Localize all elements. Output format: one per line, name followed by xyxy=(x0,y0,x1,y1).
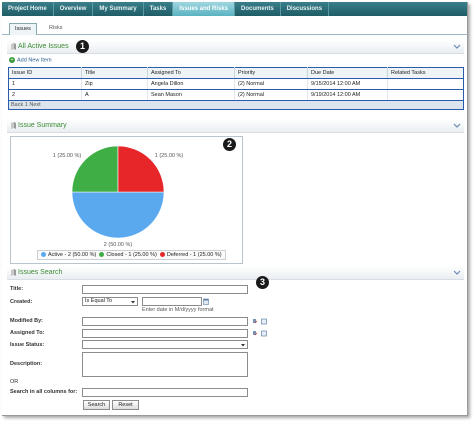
cell-assigned-to: Sean Mason xyxy=(147,89,235,101)
search-all-columns-input[interactable] xyxy=(82,388,248,397)
subtab-issues[interactable]: Issues xyxy=(9,23,37,35)
issues-search-header: Issues Search xyxy=(7,266,464,280)
callout-badge-1: 1 xyxy=(76,40,89,53)
assigned-to-input[interactable] xyxy=(82,329,248,338)
title-input[interactable] xyxy=(82,285,248,294)
sub-tabs: Issues Risks xyxy=(2,16,467,35)
issue-summary-header: Issue Summary xyxy=(7,119,464,133)
description-label: Description: xyxy=(10,361,43,367)
column-header-issue-id[interactable]: Issue ID xyxy=(8,67,82,79)
search-all-columns-label: Search in all columns for: xyxy=(10,389,78,395)
cell-related-tasks xyxy=(387,78,464,90)
column-header-due-date[interactable]: Due Date xyxy=(307,67,388,79)
webpart-icon xyxy=(11,43,16,50)
pie-label-closed: 1 (25.00 %) xyxy=(53,153,82,159)
created-operator-select[interactable]: Is Equal To xyxy=(82,297,138,306)
modified-by-label: Modified By: xyxy=(10,318,43,324)
created-label: Created: xyxy=(10,299,33,305)
tab-issues-and-risks[interactable]: Issues and Risks xyxy=(173,2,236,16)
legend-swatch-active xyxy=(41,251,46,257)
webpart-icon xyxy=(11,269,16,276)
check-names-icon[interactable] xyxy=(252,318,258,325)
subtab-risks[interactable]: Risks xyxy=(44,23,67,35)
table-row[interactable]: 2 A Sean Mason (2) Normal 9/19/2014 12:0… xyxy=(8,89,464,101)
pie-slice-active[interactable] xyxy=(71,191,165,239)
tab-tasks[interactable]: Tasks xyxy=(144,2,174,16)
assigned-to-label: Assigned To: xyxy=(10,330,45,336)
callout-badge-3: 3 xyxy=(256,276,269,289)
paging-row: Back 1 Next xyxy=(8,100,464,110)
description-textarea[interactable] xyxy=(82,352,248,377)
app-window: Project Home Overview My Summary Tasks I… xyxy=(2,2,468,416)
date-format-hint: Enter date in M/d/yyyy format xyxy=(142,307,214,313)
plus-icon: + xyxy=(9,57,15,63)
table-header-row: Issue ID Title Assigned To Priority Due … xyxy=(8,67,464,79)
cell-due-date: 9/19/2014 12:00 AM xyxy=(307,89,388,101)
cell-priority: (2) Normal xyxy=(234,89,308,101)
cell-assigned-to: Angela Dillon xyxy=(147,78,235,90)
legend-item-active: Active - 2 (50.00 %) xyxy=(48,252,97,258)
tab-documents[interactable]: Documents xyxy=(235,2,281,16)
issue-summary-title: Issue Summary xyxy=(18,122,67,129)
cell-related-tasks xyxy=(387,89,464,101)
paging-link[interactable]: Back 1 Next xyxy=(11,102,41,108)
legend-item-deferred: Deferred - 1 (25.00 %) xyxy=(166,252,222,258)
chart-legend: Active - 2 (50.00 %) Closed - 1 (25.00 %… xyxy=(37,250,226,260)
reset-button[interactable]: Reset xyxy=(112,400,139,410)
check-names-icon[interactable] xyxy=(252,330,258,337)
webpart-icon xyxy=(11,122,16,129)
cell-issue-id: 2 xyxy=(8,89,82,101)
legend-swatch-closed xyxy=(99,251,105,257)
collapse-icon[interactable] xyxy=(453,42,461,50)
add-new-item-label: Add New Item xyxy=(17,57,52,64)
collapse-icon[interactable] xyxy=(453,268,461,276)
column-header-priority[interactable]: Priority xyxy=(234,67,308,79)
cell-priority: (2) Normal xyxy=(234,78,308,90)
table-row[interactable]: 1 Zip Angela Dillon (2) Normal 9/15/2014… xyxy=(8,78,464,90)
issue-status-select[interactable] xyxy=(82,340,248,349)
calendar-icon[interactable] xyxy=(203,298,209,305)
add-new-item-link[interactable]: + Add New Item xyxy=(9,57,52,63)
legend-swatch-deferred xyxy=(159,251,165,257)
chevron-down-icon xyxy=(131,301,135,304)
pie-label-deferred: 1 (25.00 %) xyxy=(155,153,184,159)
address-book-icon[interactable] xyxy=(261,330,267,337)
pie-label-active: 2 (50.00 %) xyxy=(104,242,133,248)
cell-title[interactable]: Zip xyxy=(81,78,148,90)
top-navigation: Project Home Overview My Summary Tasks I… xyxy=(2,2,467,16)
pie-chart: 2 (50.00 %) 1 (25.00 %) 1 (25.00 %) xyxy=(53,145,184,248)
tab-discussions[interactable]: Discussions xyxy=(281,2,330,16)
or-label: OR xyxy=(10,379,19,385)
collapse-icon[interactable] xyxy=(453,121,461,129)
column-header-assigned-to[interactable]: Assigned To xyxy=(147,67,235,79)
cell-issue-id: 1 xyxy=(8,78,82,90)
created-operator-value: Is Equal To xyxy=(85,298,113,304)
created-date-input[interactable] xyxy=(142,297,202,306)
title-label: Title: xyxy=(10,286,24,292)
tab-project-home[interactable]: Project Home xyxy=(2,2,54,16)
active-issues-title: All Active Issues xyxy=(18,43,69,50)
callout-badge-2: 2 xyxy=(223,138,236,151)
chevron-down-icon xyxy=(241,344,245,347)
issues-table: Issue ID Title Assigned To Priority Due … xyxy=(8,67,464,101)
modified-by-input[interactable] xyxy=(82,317,248,326)
search-button[interactable]: Search xyxy=(83,400,110,410)
tab-overview[interactable]: Overview xyxy=(54,2,94,16)
cell-title[interactable]: A xyxy=(81,89,148,101)
column-header-related-tasks[interactable]: Related Tasks xyxy=(387,67,464,79)
issue-summary-chart: 2 (50.00 %) 1 (25.00 %) 1 (25.00 %) Active… xyxy=(10,136,243,264)
address-book-icon[interactable] xyxy=(261,318,267,325)
tab-my-summary[interactable]: My Summary xyxy=(93,2,144,16)
issue-status-label: Issue Status: xyxy=(10,342,45,348)
issues-search-title: Issues Search xyxy=(18,269,63,276)
cell-due-date: 9/15/2014 12:00 AM xyxy=(307,78,388,90)
legend-item-closed: Closed - 1 (25.00 %) xyxy=(106,252,157,258)
column-header-title[interactable]: Title xyxy=(81,67,148,79)
